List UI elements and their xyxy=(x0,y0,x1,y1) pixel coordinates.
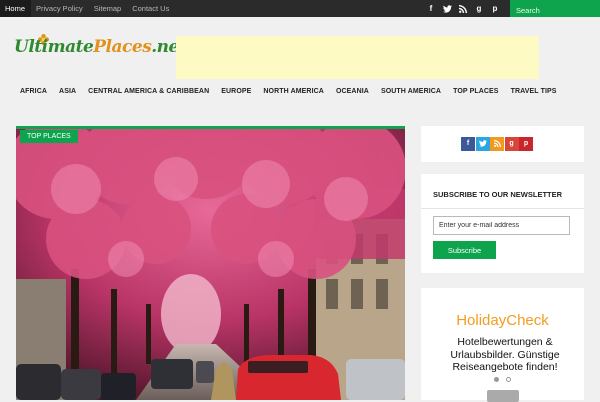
category-nav: AFRICA ASIA CENTRAL AMERICA & CARIBBEAN … xyxy=(0,82,600,100)
logo-text-places: Places xyxy=(93,37,152,57)
site-header: UltimatePlaces.net xyxy=(0,17,600,82)
twitter-icon[interactable] xyxy=(439,0,455,17)
ad-text[interactable]: Hotelbewertungen & Urlaubsbilder. Günsti… xyxy=(445,336,565,374)
carousel-dot[interactable] xyxy=(506,377,511,382)
facebook-icon[interactable]: f xyxy=(423,0,439,17)
category-asia[interactable]: ASIA xyxy=(53,88,82,95)
ad-carousel-dots xyxy=(494,377,518,382)
newsletter-widget: SUBSCRIBE TO OUR NEWSLETTER Subscribe xyxy=(421,174,584,273)
sidebar-social-icons: f g p xyxy=(461,137,534,151)
top-nav-contact-us[interactable]: Contact Us xyxy=(127,0,175,17)
category-top-places[interactable]: TOP PLACES xyxy=(447,88,504,95)
newsletter-divider xyxy=(421,208,584,209)
category-africa[interactable]: AFRICA xyxy=(14,88,53,95)
facebook-icon[interactable]: f xyxy=(461,137,475,151)
ad-brand[interactable]: HolidayCheck xyxy=(421,312,584,329)
header-ad-banner[interactable] xyxy=(176,36,539,79)
category-europe[interactable]: EUROPE xyxy=(215,88,257,95)
pinterest-icon[interactable]: p xyxy=(487,0,503,17)
google-plus-icon[interactable]: g xyxy=(471,0,487,17)
carousel-dot[interactable] xyxy=(494,377,499,382)
category-north-america[interactable]: NORTH AMERICA xyxy=(257,88,330,95)
category-oceania[interactable]: OCEANIA xyxy=(330,88,375,95)
featured-image xyxy=(16,129,405,400)
top-nav-home[interactable]: Home xyxy=(0,0,31,17)
search-box xyxy=(510,0,600,19)
category-travel-tips[interactable]: TRAVEL TIPS xyxy=(505,88,563,95)
top-bar: Home Privacy Policy Sitemap Contact Us f… xyxy=(0,0,600,19)
category-central-america-caribbean[interactable]: CENTRAL AMERICA & CARIBBEAN xyxy=(82,88,215,95)
sidebar-social-widget: f g p xyxy=(421,126,584,162)
sidebar-ad-widget[interactable]: HolidayCheck Hotelbewertungen & Urlaubsb… xyxy=(421,288,584,402)
post-category-tag[interactable]: TOP PLACES xyxy=(20,130,78,143)
newsletter-title: SUBSCRIBE TO OUR NEWSLETTER xyxy=(433,190,563,199)
twitter-icon[interactable] xyxy=(475,137,490,151)
rss-icon[interactable] xyxy=(490,137,504,151)
newsletter-email-input[interactable] xyxy=(433,216,570,235)
pinterest-icon[interactable]: p xyxy=(519,137,533,151)
site-logo[interactable]: UltimatePlaces.net xyxy=(14,37,187,57)
top-nav-sitemap[interactable]: Sitemap xyxy=(88,0,127,17)
google-plus-icon[interactable]: g xyxy=(504,137,519,151)
top-nav-privacy-policy[interactable]: Privacy Policy xyxy=(31,0,89,17)
rss-icon[interactable] xyxy=(455,0,471,17)
featured-post[interactable]: TOP PLACES xyxy=(16,126,405,400)
logo-text-ultimate: Ultimate xyxy=(14,37,94,57)
subscribe-button[interactable]: Subscribe xyxy=(433,241,496,259)
top-nav: Home Privacy Policy Sitemap Contact Us xyxy=(0,0,175,17)
ad-next-button[interactable] xyxy=(487,390,519,402)
category-south-america[interactable]: SOUTH AMERICA xyxy=(375,88,447,95)
top-social-links: f g p xyxy=(423,0,503,17)
